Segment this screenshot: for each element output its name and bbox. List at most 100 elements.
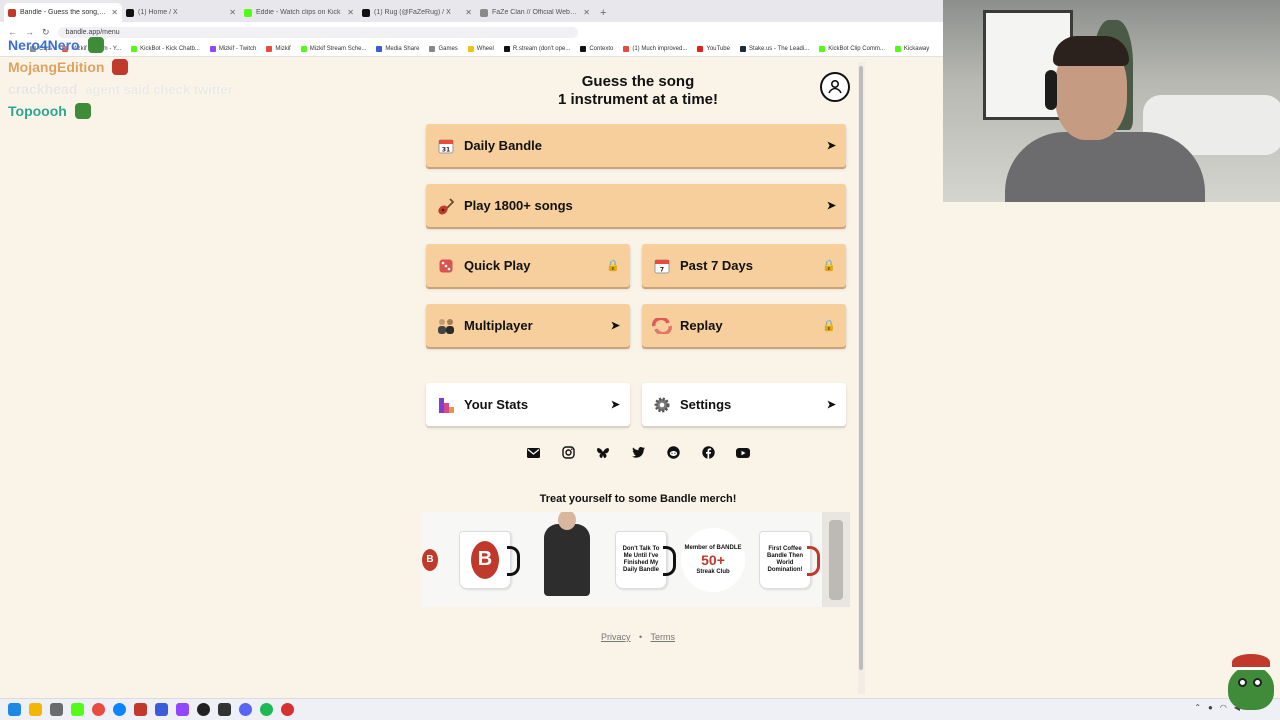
bookmark-favicon-icon xyxy=(739,46,746,52)
close-icon[interactable]: ✕ xyxy=(583,8,590,17)
mug-image: First Coffee Bandle Then World Dominatio… xyxy=(759,530,820,589)
youtube-icon[interactable] xyxy=(736,445,751,460)
merch-streak-seal[interactable]: Member of BANDLE 50+ Streak Club xyxy=(678,512,748,607)
bookmark-item[interactable]: YouTube xyxy=(697,46,730,52)
browser-tab[interactable]: Bandle - Guess the song, one ✕ xyxy=(4,3,122,22)
tab-favicon-icon xyxy=(126,8,134,17)
daily-bandle-button[interactable]: 31 Daily Bandle ➤ xyxy=(426,124,846,167)
bookmark-favicon-icon xyxy=(467,46,474,52)
bookmark-item[interactable]: R.stream (don't ope... xyxy=(503,46,571,52)
app-icon[interactable] xyxy=(155,703,168,716)
spotify-icon[interactable] xyxy=(260,703,273,716)
account-button[interactable] xyxy=(820,72,850,102)
page-scrollbar[interactable] xyxy=(858,62,865,694)
replay-button[interactable]: Replay 🔒 xyxy=(642,304,846,347)
bookmark-item[interactable]: Contexto xyxy=(580,46,613,52)
file-explorer-icon[interactable] xyxy=(29,703,42,716)
facebook-icon[interactable] xyxy=(701,445,716,460)
merch-carousel[interactable]: B B Don't Talk To Me Until I've Finished… xyxy=(422,512,850,607)
lock-icon: 🔒 xyxy=(822,320,836,332)
bookmark-item[interactable]: Mizkif Stream Sche... xyxy=(300,46,366,52)
bookmark-label: Media Share xyxy=(385,46,420,52)
chrome-icon[interactable] xyxy=(92,703,105,716)
tab-favicon-icon xyxy=(480,8,488,17)
merch-mug-logo[interactable]: B xyxy=(440,512,530,607)
twitter-icon[interactable] xyxy=(631,445,646,460)
hoodie-image xyxy=(544,512,590,596)
chat-message: Topoooh xyxy=(8,100,308,122)
bookmark-label: Contexto xyxy=(589,46,614,52)
page-title: Guess the song 1 instrument at a time! xyxy=(418,73,858,109)
merch-item-partial[interactable]: B xyxy=(422,512,440,607)
merch-item-partial[interactable] xyxy=(822,512,850,607)
quick-play-button[interactable]: Quick Play 🔒 xyxy=(426,244,630,287)
chat-message: crackhead agent said check twitter xyxy=(8,78,308,100)
multiplayer-button[interactable]: Multiplayer ➤ xyxy=(426,304,630,347)
close-icon[interactable]: ✕ xyxy=(111,8,118,17)
close-icon[interactable]: ✕ xyxy=(465,8,472,17)
play-songs-button[interactable]: Play 1800+ songs ➤ xyxy=(426,184,846,227)
bookmark-item[interactable]: Media Share xyxy=(376,46,419,52)
your-stats-button[interactable]: Your Stats ➤ xyxy=(426,383,630,426)
new-tab-button[interactable]: + xyxy=(594,7,612,22)
merch-hoodie[interactable] xyxy=(530,512,604,607)
lock-icon: 🔒 xyxy=(822,260,836,272)
bookmark-label: Kickaway xyxy=(903,46,930,52)
mascot-body xyxy=(1228,666,1274,710)
settings-button[interactable]: Settings ➤ xyxy=(642,383,846,426)
browser-tab[interactable]: (1) Rug (@FaZeRug) / X ✕ xyxy=(358,3,476,22)
mic-icon[interactable]: ● xyxy=(1208,703,1213,712)
bookmark-item[interactable]: Games xyxy=(429,46,458,52)
bookmark-label: Games xyxy=(438,46,458,52)
instagram-icon[interactable] xyxy=(561,445,576,460)
bookmark-item[interactable]: Wheel xyxy=(467,46,494,52)
close-icon[interactable]: ✕ xyxy=(229,8,236,17)
stream-chat-overlay: Nero4Nero MojangEdition crackhead agent sai… xyxy=(8,34,308,122)
chat-username: Topoooh xyxy=(8,103,67,119)
browser-tab[interactable]: Eddie - Watch clips on Kick ✕ xyxy=(240,3,358,22)
windows-taskbar: ⌃ ● ◠ ◀ xyxy=(0,698,1280,720)
reddit-icon[interactable] xyxy=(666,445,681,460)
past-7-days-button[interactable]: 7 Past 7 Days 🔒 xyxy=(642,244,846,287)
close-icon[interactable]: ✕ xyxy=(347,8,354,17)
tab-title: FaZe Clan // Official Website xyxy=(492,9,580,16)
bookmark-item[interactable]: Kickaway xyxy=(894,46,930,52)
bookmark-item[interactable]: KickBot Clip Comm... xyxy=(819,46,885,52)
svg-text:31: 31 xyxy=(442,146,450,153)
bookmark-item[interactable]: Stake.us - The Leadi... xyxy=(739,46,809,52)
twitch-icon[interactable] xyxy=(176,703,189,716)
kick-icon[interactable] xyxy=(71,703,84,716)
windows-start-icon[interactable] xyxy=(8,703,21,716)
svg-text:7: 7 xyxy=(660,266,664,273)
bookmark-favicon-icon xyxy=(623,46,630,52)
email-icon[interactable] xyxy=(526,445,541,460)
replay-label: Replay xyxy=(680,318,723,333)
app-icon[interactable] xyxy=(134,703,147,716)
bluesky-icon[interactable] xyxy=(596,445,611,460)
bookmark-favicon-icon xyxy=(580,46,587,52)
app-icon[interactable] xyxy=(218,703,231,716)
app-icon[interactable] xyxy=(50,703,63,716)
bookmark-label: R.stream (don't ope... xyxy=(512,46,571,52)
settings-label: Settings xyxy=(680,397,732,412)
browser-tab[interactable]: FaZe Clan // Official Website ✕ xyxy=(476,3,594,22)
scrollbar-thumb[interactable] xyxy=(859,66,863,670)
privacy-link[interactable]: Privacy xyxy=(601,632,631,642)
arrow-right-icon: ➤ xyxy=(610,320,620,332)
browser-tab[interactable]: (1) Home / X ✕ xyxy=(122,3,240,22)
bandle-b-logo-icon: B xyxy=(422,548,438,571)
merch-mug-dont-talk[interactable]: Don't Talk To Me Until I've Finished My … xyxy=(604,512,678,607)
replay-icon xyxy=(652,316,672,336)
discord-icon[interactable] xyxy=(239,703,252,716)
calendar-icon: 31 xyxy=(436,136,456,156)
edge-icon[interactable] xyxy=(113,703,126,716)
headset-icon xyxy=(1045,70,1057,110)
calendar-icon: 7 xyxy=(652,256,672,276)
obs-icon[interactable] xyxy=(197,703,210,716)
app-icon[interactable] xyxy=(281,703,294,716)
terms-link[interactable]: Terms xyxy=(651,632,676,642)
chevron-up-icon[interactable]: ⌃ xyxy=(1194,703,1201,712)
streamer-hair xyxy=(1053,36,1129,66)
merch-mug-first-coffee[interactable]: First Coffee Bandle Then World Dominatio… xyxy=(748,512,822,607)
bookmark-item[interactable]: (1) Much improved... xyxy=(623,46,687,52)
